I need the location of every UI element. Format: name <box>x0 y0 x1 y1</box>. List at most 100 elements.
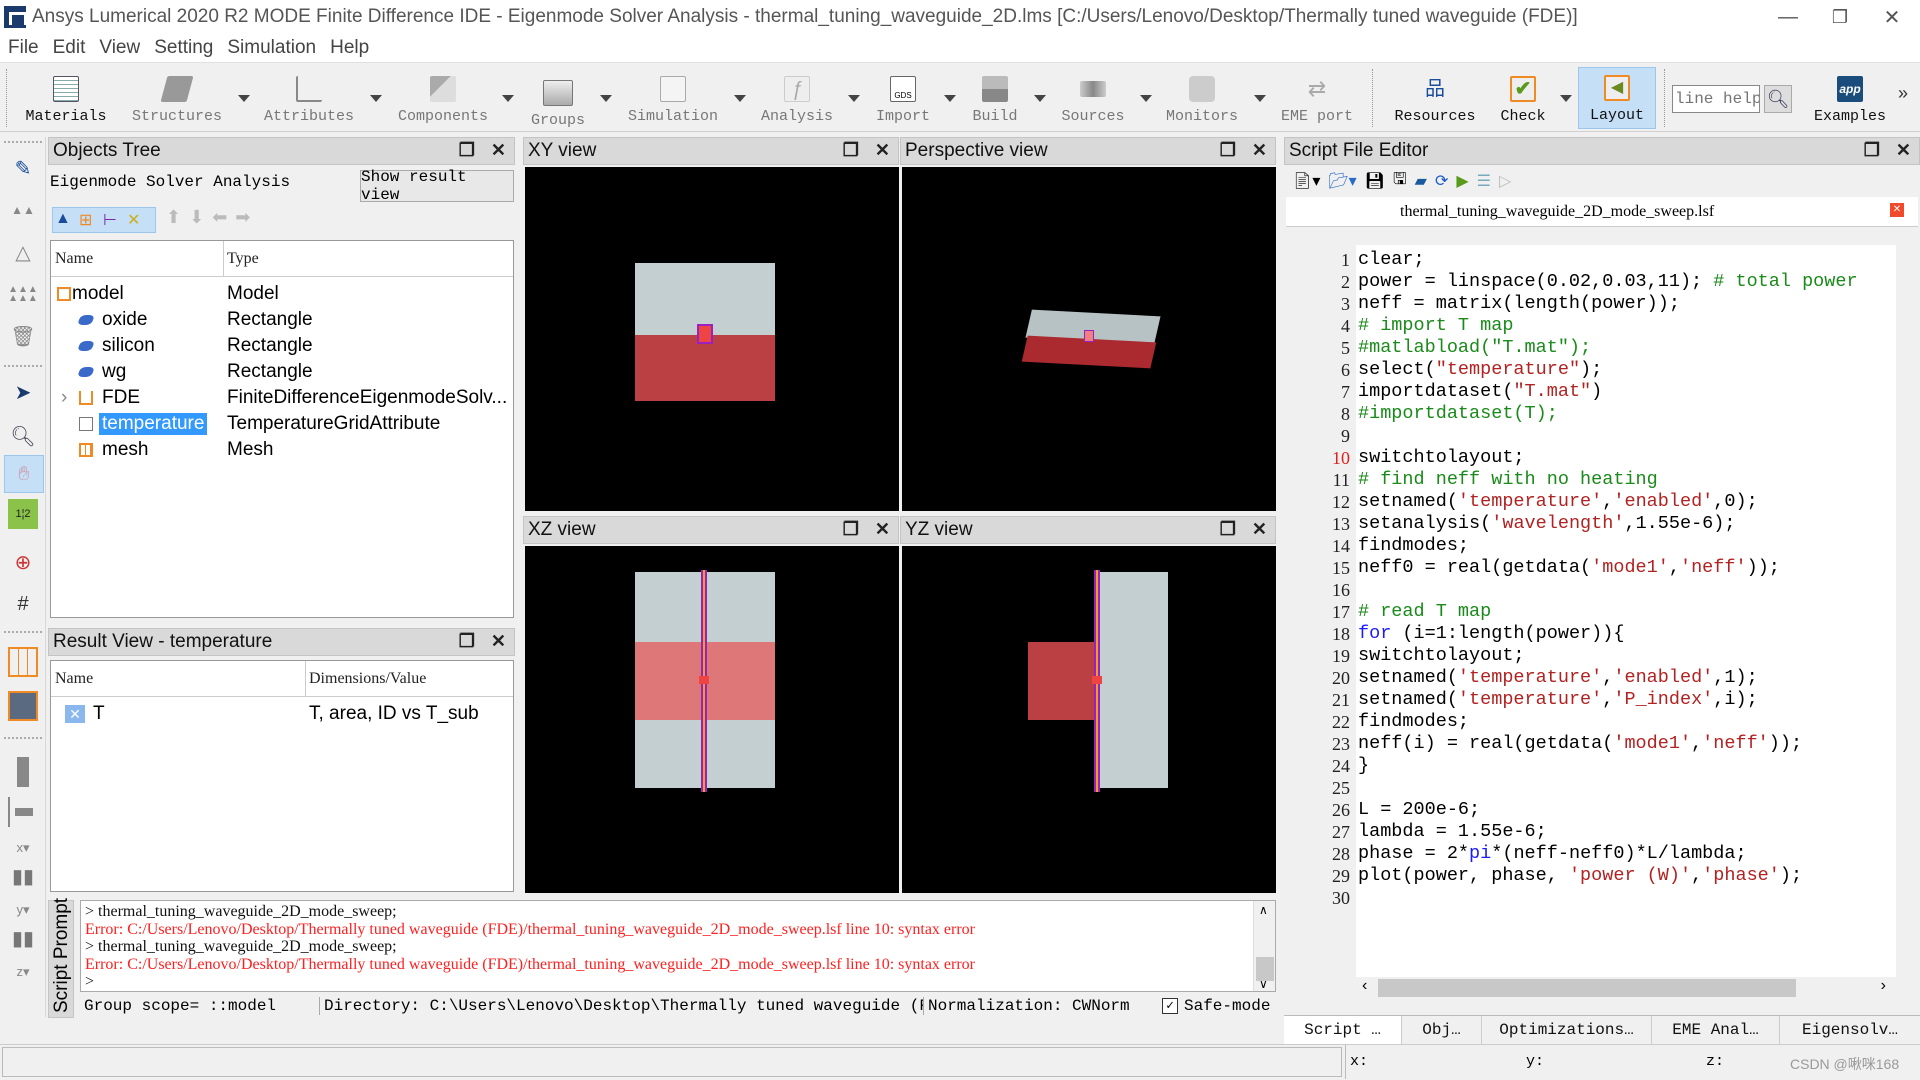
zoom-icon[interactable]: 🔍︎ <box>8 421 38 451</box>
import-dropdown-arrow[interactable] <box>944 95 956 102</box>
move-up-icon[interactable]: ⬆ <box>166 207 181 228</box>
scroll-right-icon[interactable]: › <box>1881 977 1886 995</box>
add-mesh-icon[interactable]: ⊞ <box>79 210 101 230</box>
array-icon[interactable]: ▲▲▲ ▲▲▲ <box>8 279 38 309</box>
expand-chevron-icon[interactable]: › <box>61 387 67 409</box>
show-result-view-button[interactable]: Show result view <box>360 168 514 204</box>
save-as-icon[interactable]: 🖫 <box>1393 168 1407 195</box>
xz-viewport-canvas[interactable] <box>525 546 899 893</box>
column-header-name[interactable]: Name <box>55 670 93 688</box>
bar-chart-y-icon[interactable]: ▮▮ <box>8 923 38 953</box>
select-arrow-icon[interactable]: ➤ <box>8 377 38 407</box>
simulation-dropdown-arrow[interactable] <box>734 95 746 102</box>
pan-hand-icon[interactable]: ✋︎ <box>4 455 44 493</box>
menu-view[interactable]: View <box>99 37 140 59</box>
edit-pencil-icon[interactable]: ✎ <box>8 153 38 183</box>
monitors-dropdown-arrow[interactable] <box>1254 95 1266 102</box>
column-header-type[interactable]: Type <box>227 250 259 268</box>
float-panel-icon[interactable]: ❐ <box>459 631 475 652</box>
materials-button[interactable]: Materials <box>18 67 114 129</box>
build-button[interactable]: Build <box>960 67 1030 129</box>
add-structure-icon[interactable]: ▲ <box>55 210 77 230</box>
groups-button[interactable]: Groups <box>520 71 596 133</box>
close-panel-icon[interactable]: ✕ <box>491 631 506 652</box>
open-folder-icon[interactable]: ▰ <box>1415 171 1427 191</box>
save-icon[interactable]: 💾︎ <box>1365 171 1385 191</box>
float-panel-icon[interactable]: ❐ <box>1864 140 1880 161</box>
move-right-icon[interactable]: ➡ <box>235 207 250 228</box>
components-dropdown-arrow[interactable] <box>502 95 514 102</box>
menu-setting[interactable]: Setting <box>154 37 213 59</box>
console-scrollbar[interactable]: ∧ ∨ <box>1253 901 1275 991</box>
close-panel-icon[interactable]: ✕ <box>1252 519 1267 540</box>
tree-row-fde[interactable]: › FDE FiniteDifferenceEigenmodeSolv... <box>51 385 513 411</box>
object-icon[interactable]: △ <box>8 237 38 267</box>
line-help-input[interactable] <box>1672 85 1760 113</box>
mesh-grid-icon[interactable] <box>8 647 38 677</box>
float-panel-icon[interactable]: ❐ <box>843 519 859 540</box>
horizontal-scrollbar[interactable]: ‹ › <box>1356 977 1896 999</box>
script-prompt-tab[interactable]: Script Prompt <box>48 898 74 1018</box>
h-scroll-thumb[interactable] <box>1378 979 1796 997</box>
attributes-button[interactable]: Attributes <box>256 67 362 129</box>
script-file-tab[interactable]: thermal_tuning_waveguide_2D_mode_sweep.l… <box>1286 197 1918 227</box>
close-panel-icon[interactable]: ✕ <box>875 519 890 540</box>
z-axis-selector[interactable]: z▾ <box>8 957 38 987</box>
structures-dropdown-arrow[interactable] <box>238 95 250 102</box>
examples-button[interactable]: app Examples <box>1806 67 1894 129</box>
float-panel-icon[interactable]: ❐ <box>459 140 475 161</box>
attributes-dropdown-arrow[interactable] <box>370 95 382 102</box>
groups-dropdown-arrow[interactable] <box>600 95 612 102</box>
close-panel-icon[interactable]: ✕ <box>875 140 890 161</box>
run-script-icon[interactable]: ▶ <box>1456 171 1468 191</box>
calculator-icon[interactable] <box>8 691 38 721</box>
column-header-dimensions[interactable]: Dimensions/Value <box>309 670 426 688</box>
menu-edit[interactable]: Edit <box>53 37 86 59</box>
delete-trash-icon[interactable]: 🗑︎ <box>8 321 38 351</box>
analysis-dropdown-arrow[interactable] <box>848 95 860 102</box>
restore-button[interactable]: ❐ <box>1812 0 1868 34</box>
monitors-button[interactable]: Monitors <box>1158 67 1246 129</box>
float-panel-icon[interactable]: ❐ <box>843 140 859 161</box>
tree-row-mesh[interactable]: mesh Mesh <box>51 437 513 463</box>
analysis-button[interactable]: ƒ Analysis <box>752 67 842 129</box>
menu-simulation[interactable]: Simulation <box>227 37 316 59</box>
column-header-name[interactable]: Name <box>55 250 93 268</box>
tab-script[interactable]: Script … <box>1284 1016 1402 1044</box>
perspective-viewport-canvas[interactable] <box>902 167 1276 511</box>
view-align-icon[interactable] <box>8 797 38 827</box>
new-file-icon[interactable]: 📄︎▾ <box>1292 171 1320 191</box>
tree-row-wg[interactable]: wg Rectangle <box>51 359 513 385</box>
float-panel-icon[interactable]: ❐ <box>1220 519 1236 540</box>
toolbar-overflow-button[interactable]: » <box>1898 83 1908 104</box>
tree-row-silicon[interactable]: silicon Rectangle <box>51 333 513 359</box>
float-panel-icon[interactable]: ❐ <box>1220 140 1236 161</box>
import-button[interactable]: GDS Import <box>866 67 940 129</box>
tree-row-oxide[interactable]: oxide Rectangle <box>51 307 513 333</box>
view-bar-icon[interactable] <box>17 757 29 787</box>
layout-button[interactable]: ◀ Layout <box>1578 67 1656 129</box>
structures-button[interactable]: Structures <box>124 67 230 129</box>
close-panel-icon[interactable]: ✕ <box>1252 140 1267 161</box>
resources-button[interactable]: 品 Resources <box>1388 67 1482 129</box>
result-row[interactable]: ✕ T T, area, ID vs T_sub <box>65 701 505 727</box>
x-axis-selector[interactable]: x▾ <box>8 833 38 863</box>
menu-file[interactable]: File <box>8 37 39 59</box>
grid-pencil-icon[interactable]: # <box>8 589 38 619</box>
xy-viewport-canvas[interactable] <box>525 167 899 511</box>
move-left-icon[interactable]: ⬅ <box>212 207 227 228</box>
ruler-icon[interactable]: 1¦2 <box>8 499 38 529</box>
scroll-up-icon[interactable]: ∧ <box>1259 903 1268 917</box>
add-monitor-icon[interactable]: ⊢ <box>103 210 125 230</box>
components-button[interactable]: Components <box>390 67 496 129</box>
toolbar-grip[interactable] <box>6 69 7 127</box>
reload-icon[interactable]: ⟳ <box>1435 171 1448 191</box>
group-icon[interactable]: ▲▲ <box>8 195 38 225</box>
scroll-left-icon[interactable]: ‹ <box>1362 977 1367 995</box>
minimize-button[interactable]: — <box>1760 0 1816 34</box>
zoom-extent-icon[interactable]: ⊕ <box>8 547 38 577</box>
debug-step-icon[interactable]: ▷ <box>1499 171 1511 191</box>
yz-viewport-canvas[interactable] <box>902 546 1276 893</box>
tab-optimizations[interactable]: Optimizations… <box>1482 1016 1652 1044</box>
tree-row-temperature[interactable]: temperature TemperatureGridAttribute <box>51 411 513 437</box>
